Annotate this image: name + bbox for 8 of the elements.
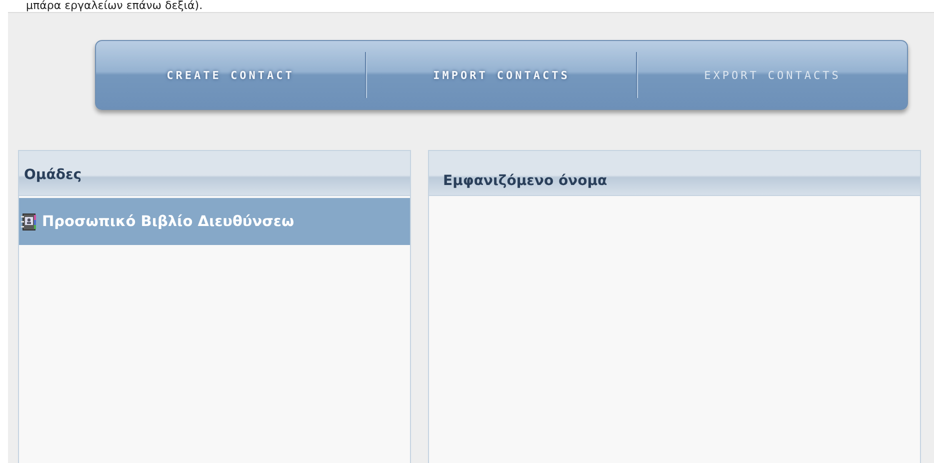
toolbar-button[interactable]: IMPORT CONTACTS	[367, 60, 636, 90]
column-header: Εμφανιζόμενο όνομα	[429, 151, 920, 196]
caption-text: μπάρα εργαλείων επάνω δεξιά).	[25, 0, 204, 12]
group-item[interactable]: Προσωπικό Βιβλίο Διευθύνσεω	[19, 198, 410, 245]
group-label: Προσωπικό Βιβλίο Διευθύνσεω	[42, 214, 294, 230]
address-book-icon	[21, 212, 37, 230]
column-header: Ομάδες	[19, 151, 410, 196]
toolbar-button[interactable]: CREATE CONTACT	[96, 60, 365, 90]
